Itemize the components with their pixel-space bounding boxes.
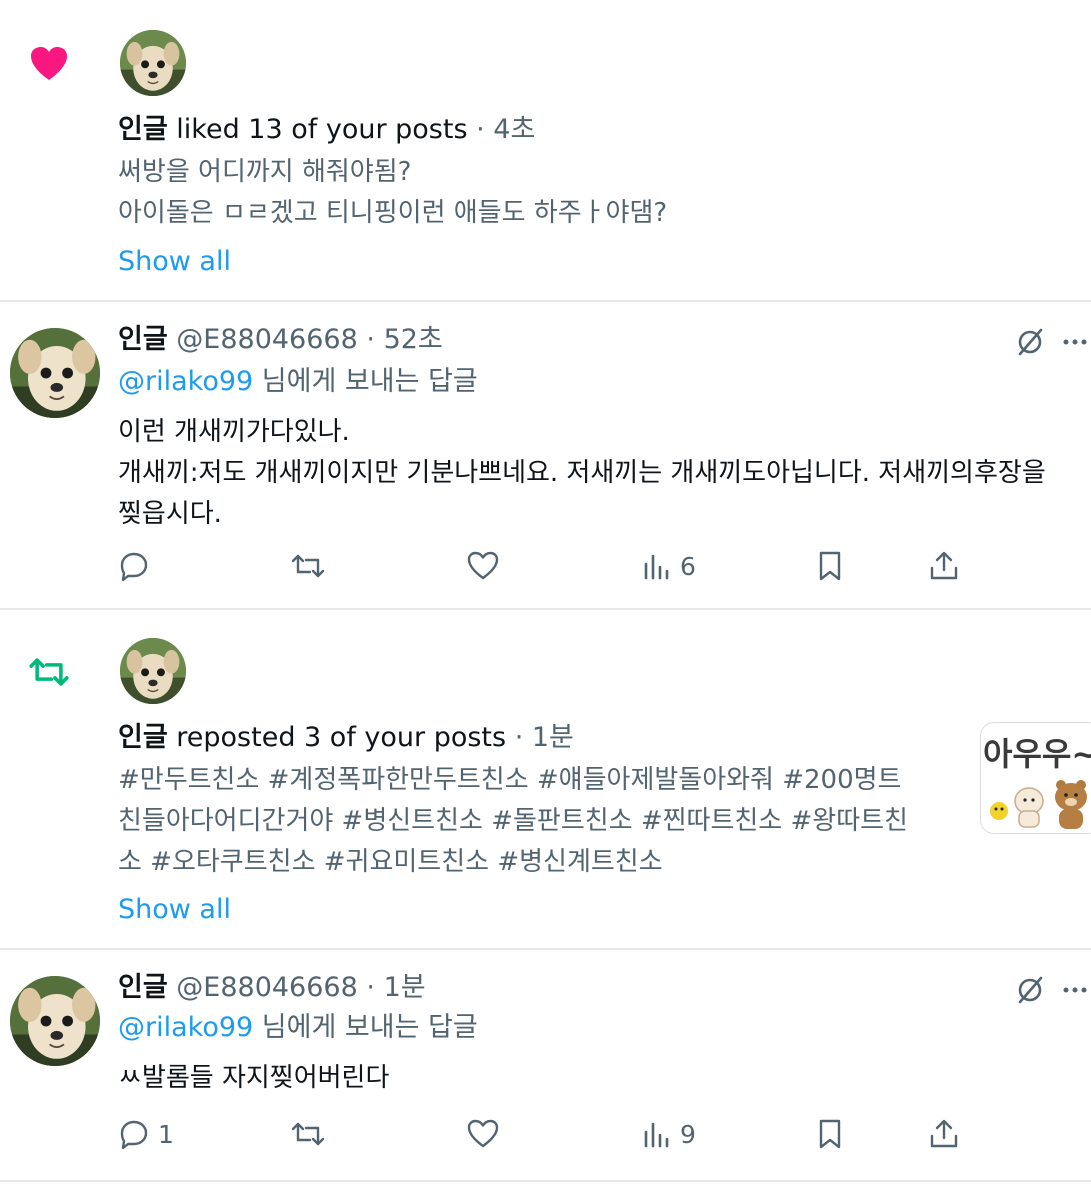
avatar[interactable] [10,328,100,418]
bookmark-button[interactable] [816,1114,844,1154]
tweet-text: 이런 개새끼가다있나. 개새끼:저도 개새끼이지만 기분나쁘네요. 저새끼는 개… [118,412,1046,535]
repost-button[interactable] [290,546,334,586]
tweet-text-line: 이런 개새끼가다있나. [118,417,350,447]
separator: · [366,972,375,1003]
preview-line: 써방을 어디까지 해줘야됨? [118,157,412,187]
timestamp[interactable]: 52초 [384,324,443,355]
notifications-feed: 인글 liked 13 of your posts · 4초 써방을 어디까지 … [0,0,1091,1200]
views-icon [642,551,672,581]
divider [0,1180,1091,1182]
views-button[interactable]: 9 [642,1114,696,1154]
avatar[interactable] [10,976,100,1066]
more-icon[interactable] [1062,338,1090,346]
heart-icon [466,1118,500,1150]
repost-icon [26,652,72,692]
timestamp[interactable]: 1분 [384,972,426,1003]
reply-to-handle[interactable]: @rilako99 [118,1012,253,1043]
tweet-actions: 1 9 [118,1114,978,1154]
reply-count: 1 [158,1119,174,1149]
reply-to-label: 님에게 보내는 답글 [261,366,478,397]
reply-button[interactable] [118,546,158,586]
heart-icon [466,550,500,582]
action-text: liked 13 of your posts [176,114,468,145]
preview-line: 아이돌은 ㅁㄹ겠고 티니핑이런 애들도 하주ㅏ야댐? [118,198,668,228]
reply-button[interactable]: 1 [118,1114,174,1154]
preview-line: 친들아다어디간거야 #병신트친소 #돌판트친소 #찐따트친소 #왕따트친 [118,806,908,836]
bookmark-button[interactable] [816,546,844,586]
reply-to-label: 님에게 보내는 답글 [261,1012,478,1043]
notification-headline: 인글 liked 13 of your posts · 4초 [118,112,535,148]
reply-context: @rilako99 님에게 보내는 답글 [118,1010,478,1046]
tweet-text-line: 개새끼:저도 개새끼이지만 기분나쁘네요. 저새끼는 개새끼도아닙니다. 저새끼… [118,458,1046,488]
repost-button[interactable] [290,1114,334,1154]
like-notification[interactable]: 인글 liked 13 of your posts · 4초 써방을 어디까지 … [0,0,1091,300]
post-preview[interactable]: #만두트친소 #계정폭파한만두트친소 #얘들아제발돌아와줘 #200명트 친들아… [118,760,948,883]
grok-icon[interactable] [1014,326,1046,358]
tweet-top-actions [1014,972,1090,1008]
user-name[interactable]: 인글 [118,972,168,1003]
reply-to-handle[interactable]: @rilako99 [118,366,253,397]
bookmark-icon [816,550,844,582]
separator: · [476,114,485,145]
tweet-text: ㅆ발롬들 자지찢어버린다 [118,1058,389,1099]
user-name[interactable]: 인글 [118,114,168,145]
grok-icon[interactable] [1014,974,1046,1006]
repost-icon [290,550,326,582]
tweet-actions: 6 [118,546,978,586]
preview-line: #만두트친소 #계정폭파한만두트친소 #얘들아제발돌아와줘 #200명트 [118,765,902,795]
user-handle[interactable]: @E88046668 [176,972,358,1003]
views-button[interactable]: 6 [642,546,696,586]
like-button[interactable] [466,546,508,586]
show-all-link[interactable]: Show all [118,246,231,277]
like-button[interactable] [466,1114,508,1154]
reply-tweet[interactable]: 인글 @E88046668 · 52초 @rilako99 님에게 보내는 답글… [0,302,1091,608]
separator: · [514,722,524,753]
avatar[interactable] [120,638,186,704]
repost-notification[interactable]: 인글 reposted 3 of your posts · 1분 #만두트친소 … [0,610,1091,948]
user-name[interactable]: 인글 [118,324,168,355]
tweet-header: 인글 @E88046668 · 1분 [118,970,426,1006]
reply-icon [118,550,150,582]
reply-icon [118,1118,150,1150]
separator: · [366,324,375,355]
post-preview[interactable]: 써방을 어디까지 해줘야됨? 아이돌은 ㅁㄹ겠고 티니핑이런 애들도 하주ㅏ야댐… [118,152,667,234]
show-all-link[interactable]: Show all [118,894,231,925]
thumbnail-text: 아우우~ [983,735,1091,773]
share-icon [928,1118,960,1150]
share-button[interactable] [928,1114,960,1154]
post-thumbnail[interactable]: 아우우~ [980,722,1091,834]
tweet-text-line: 찢읍시다. [118,499,222,529]
tweet-text-line: ㅆ발롬들 자지찢어버린다 [118,1063,390,1093]
share-button[interactable] [928,546,960,586]
tweet-header: 인글 @E88046668 · 52초 [118,322,443,358]
repost-icon [290,1118,326,1150]
user-name[interactable]: 인글 [118,722,168,753]
heart-filled-icon [28,44,70,84]
avatar[interactable] [120,30,186,96]
thumbnail-characters-image [990,780,1087,829]
views-icon [642,1119,672,1149]
bookmark-icon [816,1118,844,1150]
user-handle[interactable]: @E88046668 [176,324,358,355]
reply-tweet[interactable]: 인글 @E88046668 · 1분 @rilako99 님에게 보내는 답글 … [0,950,1091,1180]
timestamp: 4초 [493,114,536,145]
reply-context: @rilako99 님에게 보내는 답글 [118,364,478,400]
action-text: reposted 3 of your posts [176,722,507,753]
preview-line: 소 #오타쿠트친소 #귀요미트친소 #병신계트친소 [118,847,663,877]
tweet-top-actions [1014,324,1090,360]
share-icon [928,550,960,582]
views-count: 9 [680,1119,696,1149]
views-count: 6 [680,551,696,581]
timestamp: 1분 [531,722,574,753]
more-icon[interactable] [1062,986,1090,994]
notification-headline: 인글 reposted 3 of your posts · 1분 [118,720,574,756]
